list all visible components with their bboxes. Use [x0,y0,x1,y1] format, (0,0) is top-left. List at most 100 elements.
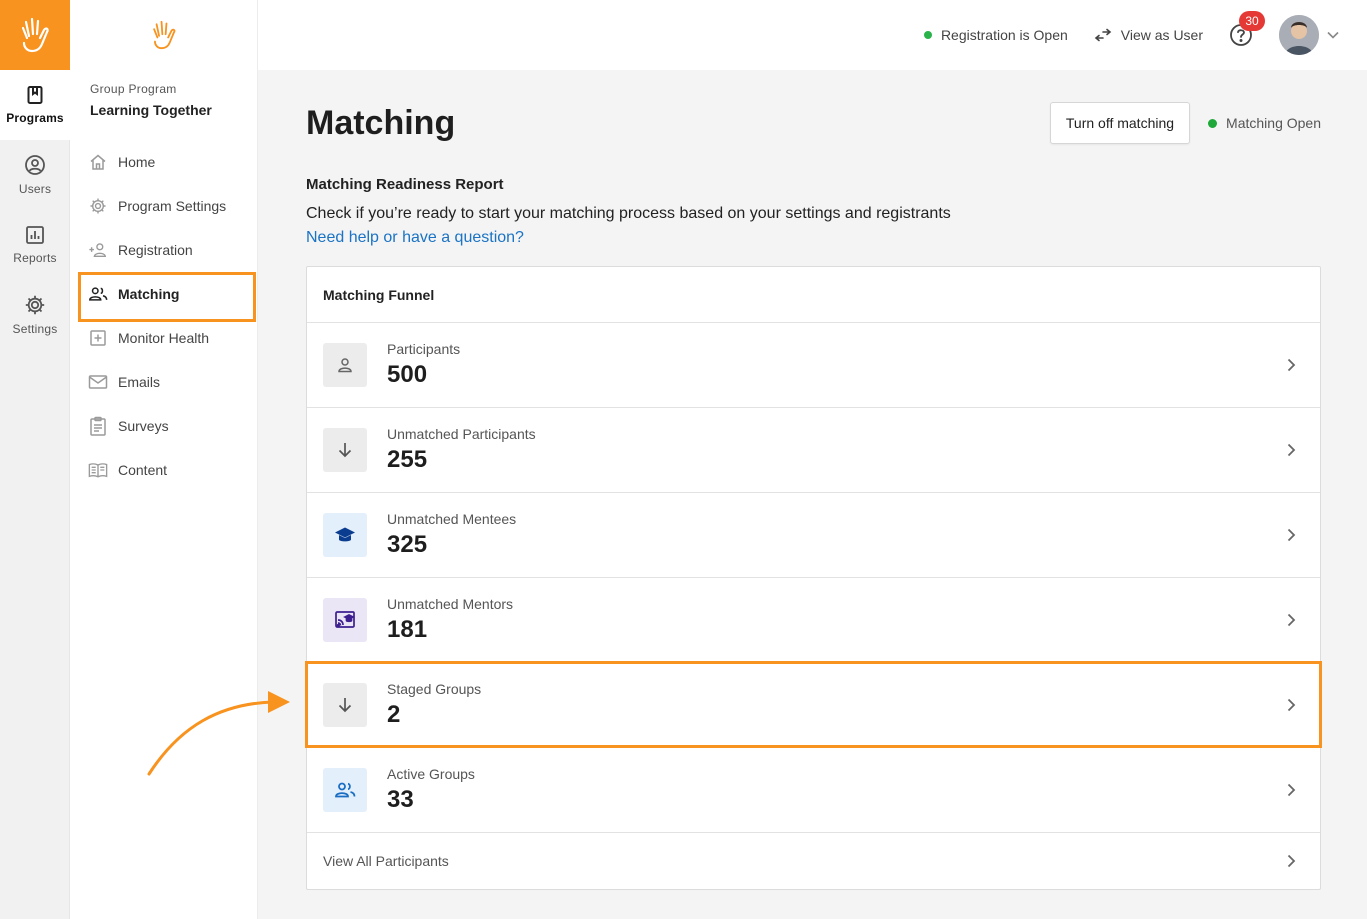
funnel-row-label: Participants [387,341,461,357]
person-add-icon [88,240,108,260]
waving-hand-icon [152,20,175,50]
registration-status: Registration is Open [923,27,1068,43]
funnel-row-value: 500 [387,361,428,388]
sidebar-item-label: Monitor Health [118,330,210,346]
sidebar-item-program-settings[interactable]: Program Settings [70,184,257,228]
funnel-row-value: 33 [387,786,414,813]
rail-label-reports: Reports [13,251,57,265]
funnel-row-unmatched-mentors[interactable]: Unmatched Mentors 181 [307,578,1320,663]
view-all-participants-link[interactable]: View All Participants [307,833,1320,889]
matching-status-text: Matching Open [1226,115,1321,131]
funnel-row-staged-groups[interactable]: Staged Groups 2 [305,661,1322,748]
sidebar-item-label: Home [118,154,156,170]
funnel-row-label: Unmatched Participants [387,426,536,442]
funnel-row-value: 325 [387,531,428,558]
chevron-right-icon [1287,854,1296,868]
gear-icon [88,196,108,216]
gear-icon [25,295,45,315]
report-description: Check if you’re ready to start your matc… [306,205,951,222]
annotation-arrow-icon [147,691,290,776]
funnel-row-label: Unmatched Mentees [387,511,517,527]
rail-label-users: Users [18,182,52,196]
funnel-row-label: Staged Groups [387,681,482,697]
sidebar-item-surveys[interactable]: Surveys [70,404,257,448]
matching-funnel-card: Matching Funnel Participants 500 Unmatch… [305,266,1322,890]
registration-status-text: Registration is Open [940,27,1068,43]
book-icon [27,86,43,104]
matching-status: Matching Open [1208,115,1321,131]
chevron-right-icon [1287,783,1296,797]
funnel-row-label: Active Groups [387,766,475,782]
sidebar-item-emails[interactable]: Emails [70,360,257,404]
app-logo[interactable] [0,0,70,70]
view-as-user-label: View as User [1120,27,1203,43]
sidebar-logo [70,0,257,70]
avatar [1279,15,1319,55]
chevron-right-icon [1287,443,1296,457]
plus-box-icon [88,328,108,348]
turn-off-matching-button[interactable]: Turn off matching [1049,102,1191,144]
funnel-row-participants[interactable]: Participants 500 [307,323,1320,408]
status-dot [923,31,932,39]
chevron-down-icon [1327,31,1339,39]
main-content: Matching Turn off matching Matching Open… [305,70,1322,890]
chevron-right-icon [1287,613,1296,627]
funnel-row-value: 255 [387,446,428,473]
program-header: Group Program Learning Together [70,70,257,118]
user-menu[interactable] [1279,15,1339,55]
notification-badge: 30 [1239,11,1265,31]
mentor-board-icon [323,598,367,642]
title-row: Matching Turn off matching Matching Open [306,70,1321,176]
chevron-right-icon [1287,528,1296,542]
title-actions: Turn off matching Matching Open [1049,102,1321,144]
open-book-icon [88,460,108,480]
people-icon [88,284,108,304]
sidebar-item-label: Matching [118,286,180,302]
rail-label-settings: Settings [12,322,58,336]
graduation-cap-icon [323,513,367,557]
mail-icon [88,372,108,392]
top-bar: Registration is Open View as User 30 [258,0,1367,70]
view-as-user-button[interactable]: View as User [1094,27,1203,43]
rail-item-settings[interactable]: Settings [0,280,70,350]
funnel-row-value: 2 [387,701,401,728]
program-name: Learning Together [90,102,212,118]
user-circle-icon [25,155,45,175]
sidebar-item-label: Emails [118,374,161,390]
arrow-down-icon [323,683,367,727]
funnel-row-unmatched-mentees[interactable]: Unmatched Mentees 325 [307,493,1320,578]
funnel-row-value: 181 [387,616,428,643]
status-dot [1208,118,1218,128]
bar-chart-icon [26,226,44,244]
arrow-down-icon [323,428,367,472]
home-icon [88,152,108,172]
funnel-row-unmatched-participants[interactable]: Unmatched Participants 255 [307,408,1320,493]
help-link[interactable]: Need help or have a question? [306,229,524,247]
sidebar-item-label: Registration [118,242,193,258]
chevron-right-icon [1287,698,1296,712]
sidebar-nav: Home Program Settings Registration Match… [70,140,257,492]
rail-item-reports[interactable]: Reports [0,210,70,280]
funnel-row-active-groups[interactable]: Active Groups 33 [307,748,1320,833]
sidebar-item-home[interactable]: Home [70,140,257,184]
rail-item-users[interactable]: Users [0,140,70,210]
waving-hand-icon [21,17,49,53]
sidebar-item-monitor-health[interactable]: Monitor Health [70,316,257,360]
sidebar-item-content[interactable]: Content [70,448,257,492]
sidebar-item-matching[interactable]: Matching [70,272,257,322]
funnel-title: Matching Funnel [307,267,1320,323]
page-title: Matching [306,103,456,142]
help-button[interactable]: 30 [1229,11,1265,47]
sidebar-item-registration[interactable]: Registration [70,228,257,272]
app-rail: Programs Users Reports Settings [0,0,70,919]
sidebar-item-label: Program Settings [118,198,227,214]
swap-arrows-icon [1094,28,1112,42]
sidebar-item-label: Content [118,462,168,478]
rail-item-programs[interactable]: Programs [0,70,70,140]
report-title: Matching Readiness Report [306,176,504,193]
clipboard-icon [88,416,108,436]
view-all-participants-label: View All Participants [323,853,449,869]
sidebar-item-label: Surveys [118,418,169,434]
program-type: Group Program [90,82,177,96]
person-icon [323,343,367,387]
